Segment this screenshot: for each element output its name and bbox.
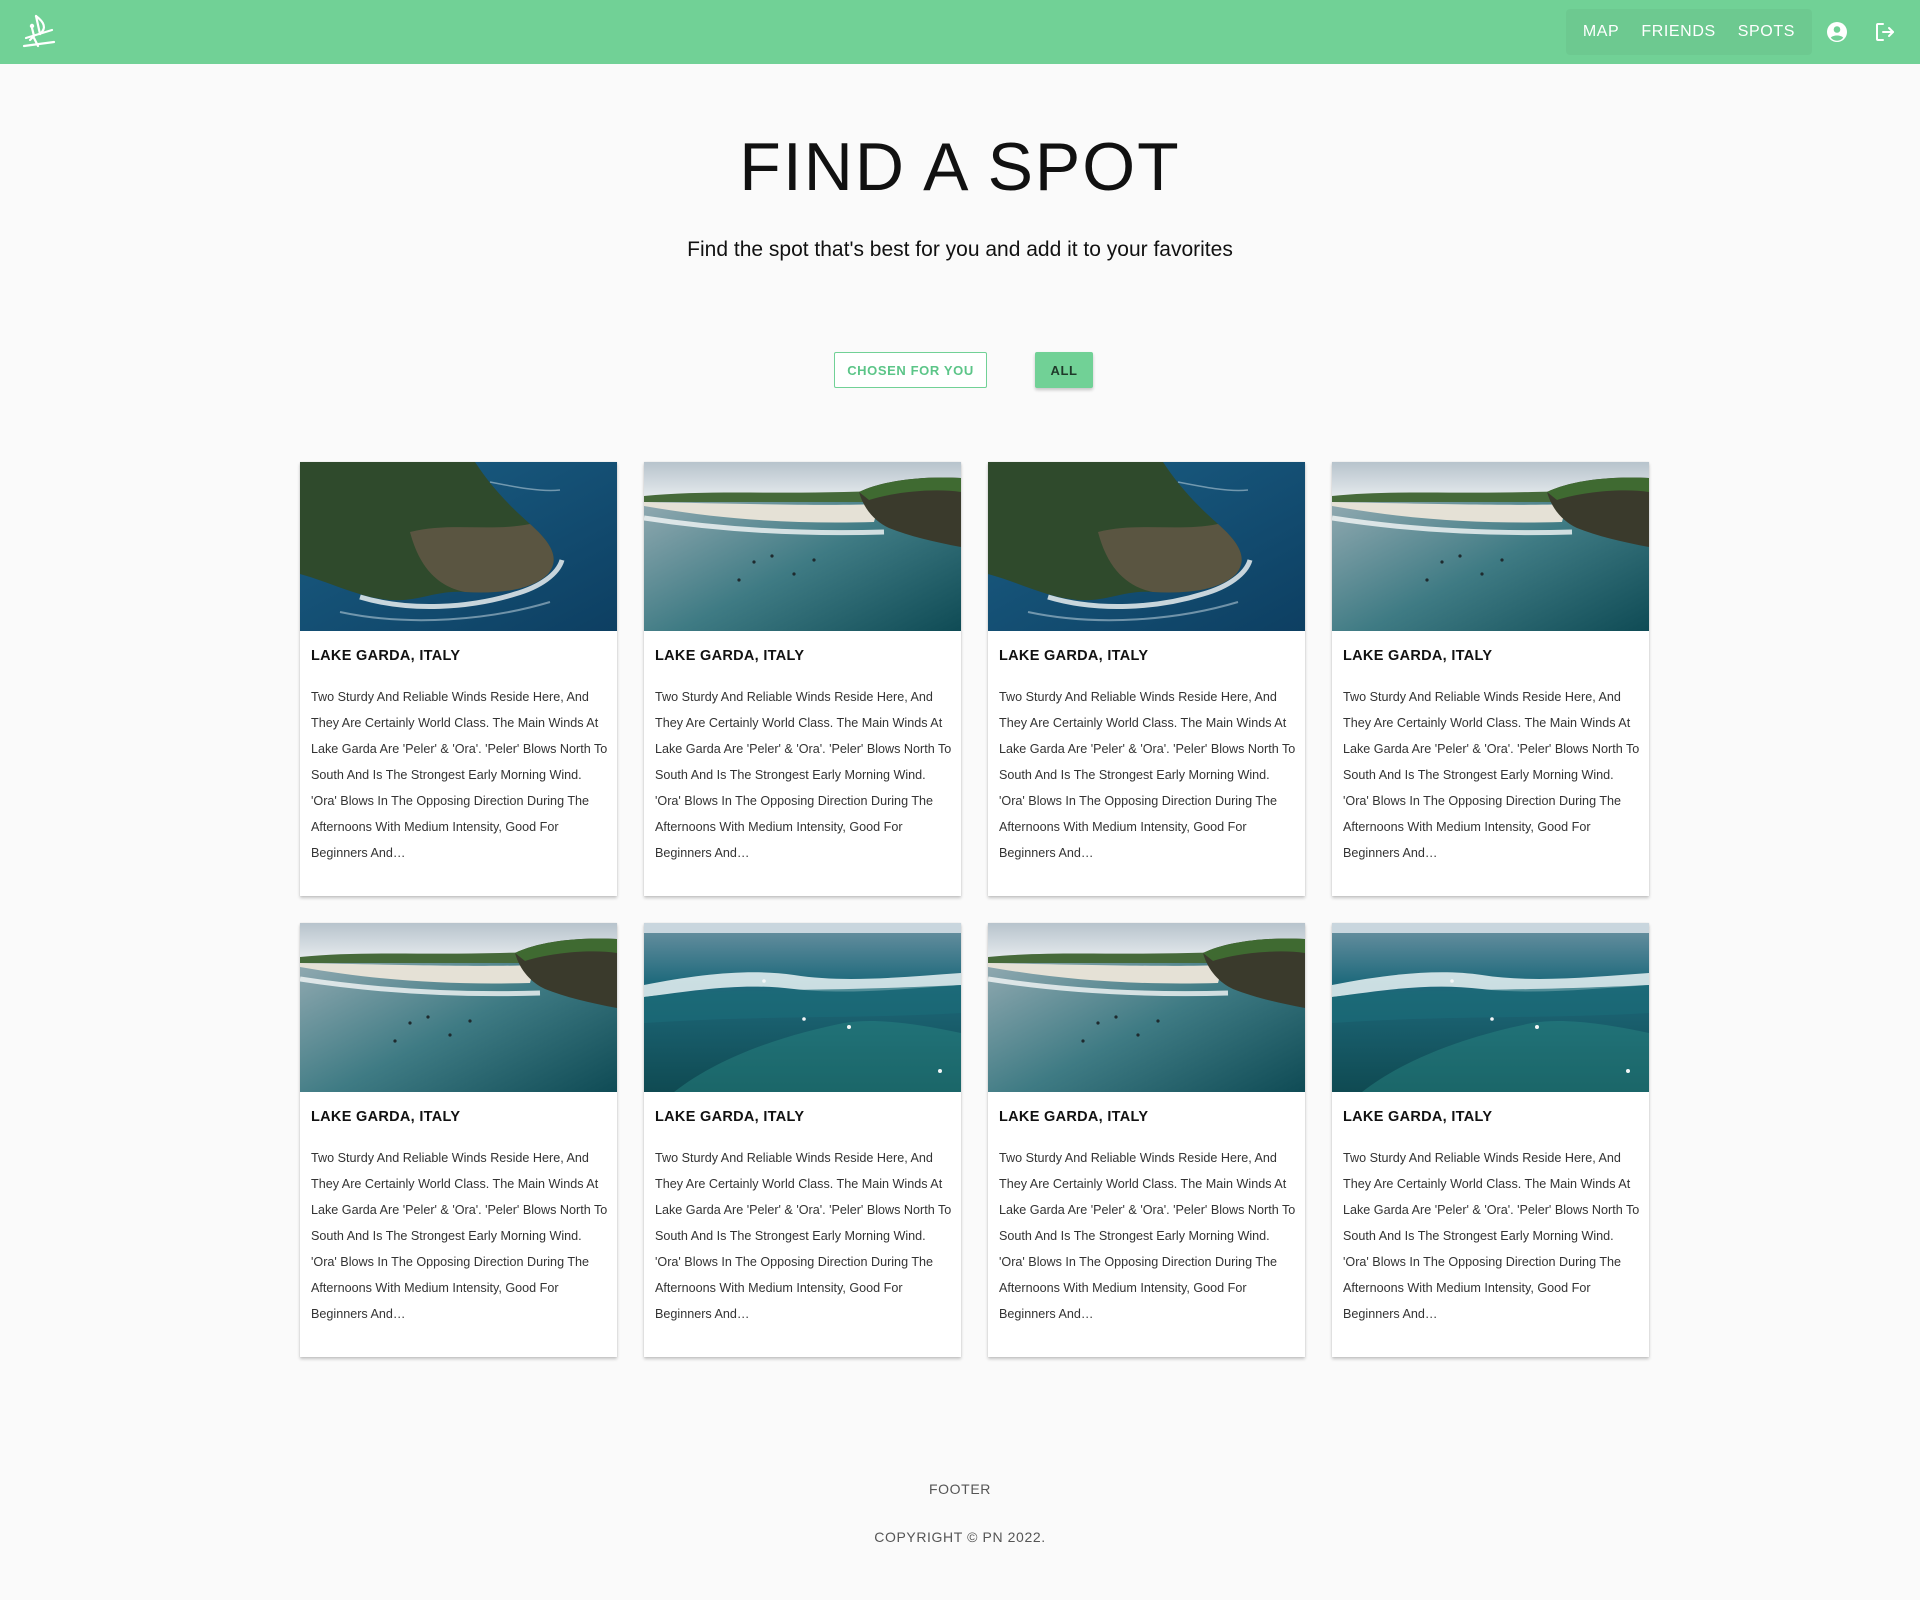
spot-card[interactable]: LAKE GARDA, ITALY Two Sturdy And Reliabl… <box>300 462 617 896</box>
spot-title: LAKE GARDA, ITALY <box>311 648 461 664</box>
spot-card[interactable]: LAKE GARDA, ITALY Two Sturdy And Reliabl… <box>988 462 1305 896</box>
spot-image <box>1332 923 1649 1092</box>
spot-title: LAKE GARDA, ITALY <box>999 1109 1149 1125</box>
spot-title: LAKE GARDA, ITALY <box>311 1109 461 1125</box>
spot-description: Two Sturdy And Reliable Winds Reside Her… <box>655 1151 952 1321</box>
spot-card[interactable]: LAKE GARDA, ITALY Two Sturdy And Reliabl… <box>300 923 617 1357</box>
spot-title: LAKE GARDA, ITALY <box>655 1109 805 1125</box>
spot-card[interactable]: LAKE GARDA, ITALY Two Sturdy And Reliabl… <box>644 923 961 1357</box>
nav-link-group: MAP FRIENDS SPOTS <box>1566 9 1812 55</box>
spot-image <box>300 462 617 631</box>
spot-title: LAKE GARDA, ITALY <box>1343 648 1493 664</box>
nav-map[interactable]: MAP <box>1572 9 1630 55</box>
main-nav: MAP FRIENDS SPOTS <box>1566 0 1908 64</box>
top-app-bar: MAP FRIENDS SPOTS <box>0 0 1920 64</box>
spot-image <box>300 923 617 1092</box>
account-circle-icon[interactable] <box>1814 9 1860 55</box>
spot-description: Two Sturdy And Reliable Winds Reside Her… <box>311 1151 608 1321</box>
windsurfer-logo[interactable] <box>16 12 58 52</box>
spot-description: Two Sturdy And Reliable Winds Reside Her… <box>1343 690 1640 860</box>
spot-title: LAKE GARDA, ITALY <box>655 648 805 664</box>
spot-description: Two Sturdy And Reliable Winds Reside Her… <box>311 690 608 860</box>
footer-label: FOOTER <box>929 1481 991 1497</box>
footer-copyright: COPYRIGHT © PN 2022. <box>874 1529 1046 1545</box>
spot-card[interactable]: LAKE GARDA, ITALY Two Sturdy And Reliabl… <box>1332 462 1649 896</box>
spot-description: Two Sturdy And Reliable Winds Reside Her… <box>655 690 952 860</box>
spot-image <box>644 923 961 1092</box>
spot-description: Two Sturdy And Reliable Winds Reside Her… <box>999 1151 1296 1321</box>
chosen-for-you-button[interactable]: CHOSEN FOR YOU <box>834 352 987 388</box>
page-title: FIND A SPOT <box>739 129 1181 205</box>
nav-friends[interactable]: FRIENDS <box>1630 9 1726 55</box>
spot-image <box>988 462 1305 631</box>
spot-title: LAKE GARDA, ITALY <box>999 648 1149 664</box>
spot-image <box>988 923 1305 1092</box>
spot-card[interactable]: LAKE GARDA, ITALY Two Sturdy And Reliabl… <box>1332 923 1649 1357</box>
spot-card[interactable]: LAKE GARDA, ITALY Two Sturdy And Reliabl… <box>988 923 1305 1357</box>
spot-image <box>644 462 961 631</box>
logout-icon[interactable] <box>1862 9 1908 55</box>
spot-title: LAKE GARDA, ITALY <box>1343 1109 1493 1125</box>
spot-description: Two Sturdy And Reliable Winds Reside Her… <box>1343 1151 1640 1321</box>
spot-description: Two Sturdy And Reliable Winds Reside Her… <box>999 690 1296 860</box>
page-subtitle: Find the spot that's best for you and ad… <box>687 238 1233 261</box>
spot-image <box>1332 462 1649 631</box>
nav-spots[interactable]: SPOTS <box>1727 9 1806 55</box>
all-button[interactable]: ALL <box>1035 352 1093 388</box>
spot-card[interactable]: LAKE GARDA, ITALY Two Sturdy And Reliabl… <box>644 462 961 896</box>
